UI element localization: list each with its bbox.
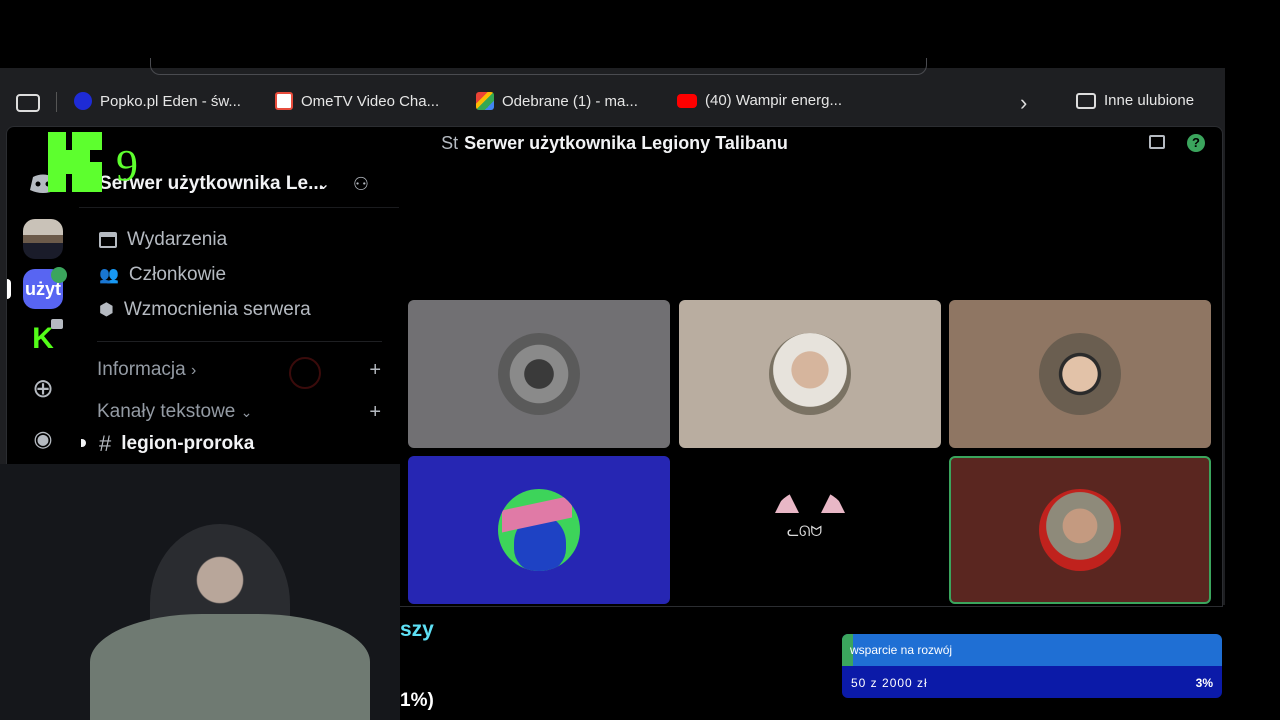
participant-tile[interactable]	[949, 300, 1211, 448]
members-icon: 👥	[99, 267, 119, 284]
chevron-right-icon[interactable]: ›	[1020, 90, 1027, 116]
other-bookmarks-label: Inne ulubione	[1104, 92, 1195, 109]
category-label: Informacja	[97, 359, 186, 380]
overlay-text-szy: szy	[400, 618, 434, 641]
youtube-icon	[677, 93, 697, 108]
bookmark-gmail[interactable]: Odebrane (1) - ma...	[476, 92, 638, 110]
bookmark-youtube[interactable]: (40) Wampir energ...	[677, 92, 842, 109]
channel-legion-proroka[interactable]: # legion-proroka	[99, 431, 254, 457]
category-info[interactable]: Informacja ›	[97, 359, 196, 381]
sidebar-item-events[interactable]: Wydarzenia	[99, 229, 227, 251]
add-channel-icon[interactable]: +	[369, 401, 381, 424]
unread-dot	[81, 439, 86, 447]
gmail-icon	[476, 92, 494, 110]
sidebar-item-label: Wzmocnienia serwera	[123, 299, 311, 320]
tab-search-icon[interactable]	[16, 94, 40, 112]
sidebar-item-label: Członkowie	[128, 264, 227, 285]
bookmark-label: Odebrane (1) - ma...	[502, 92, 638, 110]
sidebar-item-members[interactable]: 👥 Członkowie	[99, 264, 226, 286]
add-member-icon[interactable]: ⚇	[353, 174, 369, 195]
boost-icon: ⬢	[99, 300, 114, 319]
chevron-right-icon: ›	[190, 362, 197, 379]
recording-indicator-icon	[289, 357, 321, 389]
webcam-overlay	[0, 464, 400, 720]
participant-tile[interactable]	[679, 300, 941, 448]
kick-logo	[48, 132, 108, 192]
help-icon[interactable]: ?	[1187, 134, 1205, 152]
participant-avatar	[1039, 489, 1121, 571]
calendar-icon	[99, 232, 117, 248]
bookmark-label: Popko.pl Eden - św...	[100, 92, 241, 110]
active-server-pill	[7, 279, 11, 299]
logo-number: 9	[116, 141, 138, 190]
camera-icon	[51, 319, 63, 329]
webcam-body	[90, 614, 370, 720]
inbox-icon[interactable]	[1149, 135, 1165, 149]
server-header[interactable]: Serwer użytkownika Le... ⌄ ⚇	[99, 173, 369, 195]
chevron-down-icon: ⌄	[316, 176, 331, 193]
speaker-icon	[51, 267, 67, 283]
donation-amount: 50 z 2000 zł	[851, 676, 928, 690]
sidebar-divider	[97, 341, 382, 342]
cat-label: ᓚᘏᗢ	[787, 523, 823, 539]
bookmark-popko[interactable]: Popko.pl Eden - św...	[74, 92, 241, 110]
server-icon-photo[interactable]	[23, 219, 63, 259]
sidebar-item-label: Wydarzenia	[127, 229, 228, 250]
folder-icon	[1076, 92, 1096, 109]
donation-goal-widget: wsparcie na rozwój 50 z 2000 zł 3%	[842, 634, 1222, 698]
bookmarks-separator	[56, 92, 57, 112]
donation-title: wsparcie na rozwój	[850, 643, 953, 657]
hashtag-icon: #	[99, 431, 112, 456]
category-label: Kanały tekstowe	[97, 401, 236, 422]
sidebar-item-boosts[interactable]: ⬢ Wzmocnienia serwera	[99, 299, 311, 321]
bookmark-ometv[interactable]: OmeTV Video Cha...	[275, 92, 439, 110]
channel-label: legion-proroka	[121, 433, 255, 454]
chevron-down-icon: ⌄	[240, 404, 253, 420]
title-bar: St Serwer użytkownika Legiony Talibanu ?	[7, 127, 1222, 157]
ometv-icon	[275, 92, 293, 110]
popko-icon	[74, 92, 92, 110]
title-text: Serwer użytkownika Legiony Talibanu	[464, 133, 788, 153]
participant-tile[interactable]	[408, 300, 670, 448]
participant-avatar	[498, 333, 580, 415]
participant-avatar: ᓚᘏᗢ	[769, 489, 851, 571]
add-server-icon[interactable]: ⊕	[23, 369, 63, 409]
participant-tile[interactable]	[408, 456, 670, 604]
overlay-text-pct: 1%)	[400, 690, 434, 711]
participant-tile[interactable]: ᓚᘏᗢ	[679, 456, 941, 604]
participant-avatar	[1039, 333, 1121, 415]
bookmark-label: (40) Wampir energ...	[705, 92, 842, 109]
address-bar[interactable]	[150, 58, 927, 75]
donation-percent: 3%	[1195, 676, 1213, 690]
participant-avatar	[769, 333, 851, 415]
add-channel-icon[interactable]: +	[369, 359, 381, 382]
discover-icon[interactable]: ◉	[23, 419, 63, 459]
title-prefix: St	[441, 133, 459, 153]
speaking-participant-tile[interactable]	[949, 456, 1211, 604]
window-title: St Serwer użytkownika Legiony Talibanu	[7, 133, 1222, 154]
other-bookmarks[interactable]: Inne ulubione	[1076, 92, 1194, 109]
sidebar-divider	[79, 207, 399, 208]
participant-avatar	[498, 489, 580, 571]
bookmark-label: OmeTV Video Cha...	[301, 92, 440, 110]
category-text[interactable]: Kanały tekstowe ⌄	[97, 401, 252, 423]
voice-call-grid: ᓚᘏᗢ ✕	[399, 157, 1222, 606]
